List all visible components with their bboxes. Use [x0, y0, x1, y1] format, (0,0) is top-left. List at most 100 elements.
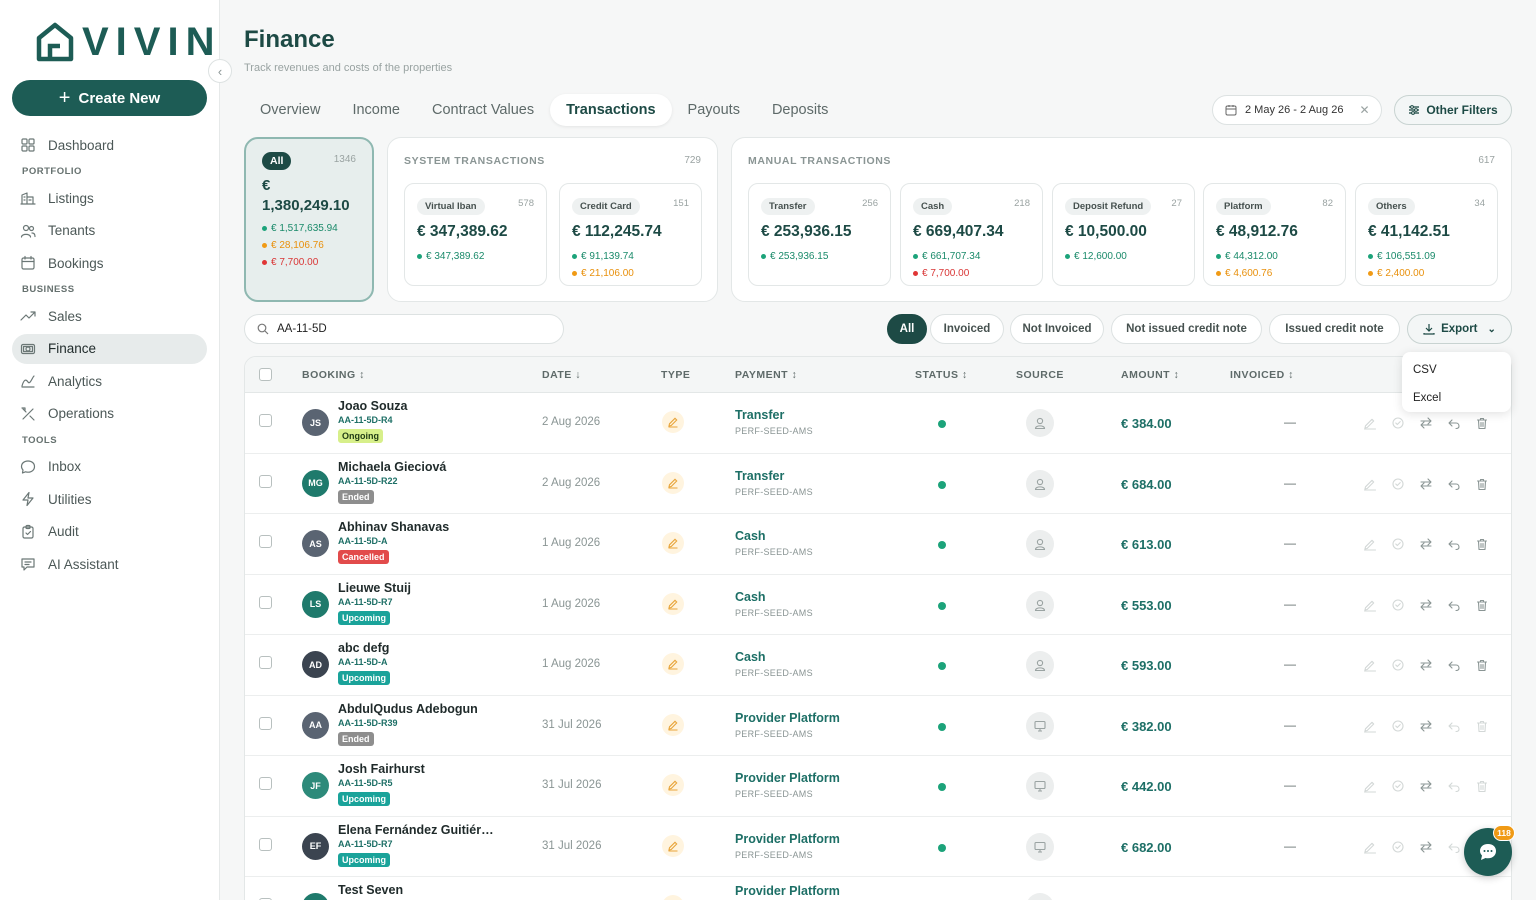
row-checkbox[interactable] — [259, 595, 272, 609]
trash-icon[interactable] — [1473, 596, 1491, 614]
booking-guest-name[interactable]: Elena Fernández Guitiér… — [338, 823, 494, 837]
tab-income[interactable]: Income — [336, 94, 416, 126]
booking-guest-name[interactable]: Michaela Gieciová — [338, 460, 446, 474]
tab-overview[interactable]: Overview — [244, 94, 336, 126]
sidebar-item-utilities[interactable]: Utilities — [12, 484, 207, 514]
check-circle-icon[interactable] — [1389, 475, 1407, 493]
search-input[interactable] — [277, 323, 537, 335]
row-checkbox[interactable] — [259, 535, 272, 548]
booking-guest-name[interactable]: Abhinav Shanavas — [338, 520, 449, 534]
sidebar-item-ai-assistant[interactable]: AI Assistant — [12, 549, 207, 579]
col-amount[interactable]: AMOUNT ↕ — [1121, 357, 1179, 393]
edit-icon[interactable] — [1361, 777, 1379, 795]
edit-icon[interactable] — [1361, 414, 1379, 432]
summary-card-platform[interactable]: Platform 82 € 48,912.76 € 44,312.00 € 4,60… — [1203, 183, 1346, 286]
filter-chip-not-invoiced[interactable]: Not Invoiced — [1010, 314, 1104, 344]
col-booking[interactable]: BOOKING ↕ — [302, 357, 365, 393]
booking-guest-name[interactable]: Test Seven — [338, 883, 403, 897]
table-row[interactable]: LS Lieuwe Stuij AA-11-5D-R7 Upcoming 1 A… — [245, 575, 1511, 635]
sidebar-item-bookings[interactable]: Bookings — [12, 248, 207, 278]
trash-icon[interactable] — [1473, 535, 1491, 553]
col-payment[interactable]: PAYMENT ↕ — [735, 357, 797, 393]
trash-icon[interactable] — [1473, 414, 1491, 432]
select-all-checkbox[interactable] — [259, 368, 272, 381]
export-button[interactable]: Export ⌄ — [1407, 314, 1512, 344]
booking-guest-name[interactable]: Joao Souza — [338, 399, 407, 413]
table-row[interactable]: EF Elena Fernández Guitiér… AA-11-5D-R7 … — [245, 817, 1511, 877]
create-new-button[interactable]: + Create New — [12, 80, 207, 116]
table-row[interactable]: MG Michaela Gieciová AA-11-5D-R22 Ended … — [245, 454, 1511, 514]
filter-chip-all[interactable]: All — [887, 314, 927, 344]
row-checkbox[interactable] — [259, 716, 272, 730]
row-checkbox[interactable] — [259, 474, 272, 488]
check-circle-icon[interactable] — [1389, 838, 1407, 856]
filter-chip-issued-credit-note[interactable]: Issued credit note — [1269, 314, 1400, 344]
edit-icon[interactable] — [1361, 717, 1379, 735]
undo-icon[interactable] — [1445, 535, 1463, 553]
undo-icon[interactable] — [1445, 777, 1463, 795]
swap-icon[interactable] — [1417, 535, 1435, 553]
date-range-filter[interactable]: 2 May 26 - 2 Aug 26 ✕ — [1212, 95, 1382, 125]
tab-payouts[interactable]: Payouts — [672, 94, 756, 126]
check-circle-icon[interactable] — [1389, 717, 1407, 735]
summary-card-virtual-iban[interactable]: Virtual Iban 578 € 347,389.62 € 347,389.6… — [404, 183, 547, 286]
export-option-csv[interactable]: CSV — [1402, 356, 1511, 384]
row-checkbox[interactable] — [259, 777, 272, 790]
summary-card-credit-card[interactable]: Credit Card 151 € 112,245.74 € 91,139.74 €… — [559, 183, 702, 286]
summary-all-card[interactable]: All 1346 € 1,380,249.10 € 1,517,635.94 €… — [244, 137, 374, 302]
undo-icon[interactable] — [1445, 838, 1463, 856]
sidebar-item-operations[interactable]: Operations — [12, 399, 207, 429]
logo[interactable]: VIVIN — [36, 20, 221, 64]
booking-guest-name[interactable]: abc defg — [338, 641, 389, 655]
undo-icon[interactable] — [1445, 656, 1463, 674]
swap-icon[interactable] — [1417, 656, 1435, 674]
row-checkbox[interactable] — [259, 414, 272, 427]
edit-icon[interactable] — [1361, 475, 1379, 493]
tab-transactions[interactable]: Transactions — [550, 94, 672, 126]
booking-guest-name[interactable]: Josh Fairhurst — [338, 762, 425, 776]
summary-card-transfer[interactable]: Transfer 256 € 253,936.15 € 253,936.15 — [748, 183, 891, 286]
trash-icon[interactable] — [1473, 777, 1491, 795]
undo-icon[interactable] — [1445, 414, 1463, 432]
sidebar-item-inbox[interactable]: Inbox — [12, 452, 207, 482]
row-checkbox[interactable] — [259, 837, 272, 851]
edit-icon[interactable] — [1361, 535, 1379, 553]
sidebar-item-sales[interactable]: Sales — [12, 301, 207, 331]
swap-icon[interactable] — [1417, 717, 1435, 735]
swap-icon[interactable] — [1417, 777, 1435, 795]
booking-guest-name[interactable]: Lieuwe Stuij — [338, 581, 411, 595]
booking-guest-name[interactable]: AbdulQudus Adebogun — [338, 702, 478, 716]
undo-icon[interactable] — [1445, 717, 1463, 735]
swap-icon[interactable] — [1417, 838, 1435, 856]
sidebar-item-audit[interactable]: Audit — [12, 517, 207, 547]
check-circle-icon[interactable] — [1389, 656, 1407, 674]
col-status[interactable]: STATUS ↕ — [915, 357, 968, 393]
edit-icon[interactable] — [1361, 596, 1379, 614]
trash-icon[interactable] — [1473, 717, 1491, 735]
sidebar-item-listings[interactable]: Listings — [12, 183, 207, 213]
tab-deposits[interactable]: Deposits — [756, 94, 844, 126]
edit-icon[interactable] — [1361, 656, 1379, 674]
sidebar-item-dashboard[interactable]: Dashboard — [12, 130, 207, 160]
table-row[interactable]: JF Josh Fairhurst AA-11-5D-R5 Upcoming 3… — [245, 756, 1511, 817]
summary-card-cash[interactable]: Cash 218 € 669,407.34 € 661,707.34 € 7,700… — [900, 183, 1043, 286]
table-row[interactable]: AD abc defg AA-11-5D-A Upcoming 1 Aug 20… — [245, 635, 1511, 696]
collapse-sidebar-button[interactable]: ‹ — [208, 59, 232, 83]
filter-chip-not-issued-credit-note[interactable]: Not issued credit note — [1111, 314, 1262, 344]
undo-icon[interactable] — [1445, 475, 1463, 493]
export-option-excel[interactable]: Excel — [1402, 384, 1511, 412]
sidebar-item-analytics[interactable]: Analytics — [12, 366, 207, 396]
col-invoiced[interactable]: INVOICED ↕ — [1230, 357, 1294, 393]
summary-card-others[interactable]: Others 34 € 41,142.51 € 106,551.09 € 2,400… — [1355, 183, 1498, 286]
table-row[interactable]: JS Joao Souza AA-11-5D-R4 Ongoing 2 Aug … — [245, 393, 1511, 454]
check-circle-icon[interactable] — [1389, 777, 1407, 795]
clear-date-icon[interactable]: ✕ — [1359, 103, 1369, 117]
sidebar-item-tenants[interactable]: Tenants — [12, 216, 207, 246]
check-circle-icon[interactable] — [1389, 596, 1407, 614]
sidebar-item-finance[interactable]: Finance — [12, 333, 207, 364]
tab-contract-values[interactable]: Contract Values — [416, 94, 550, 126]
row-checkbox[interactable] — [259, 656, 272, 669]
search-box[interactable] — [244, 314, 564, 344]
trash-icon[interactable] — [1473, 475, 1491, 493]
check-circle-icon[interactable] — [1389, 414, 1407, 432]
